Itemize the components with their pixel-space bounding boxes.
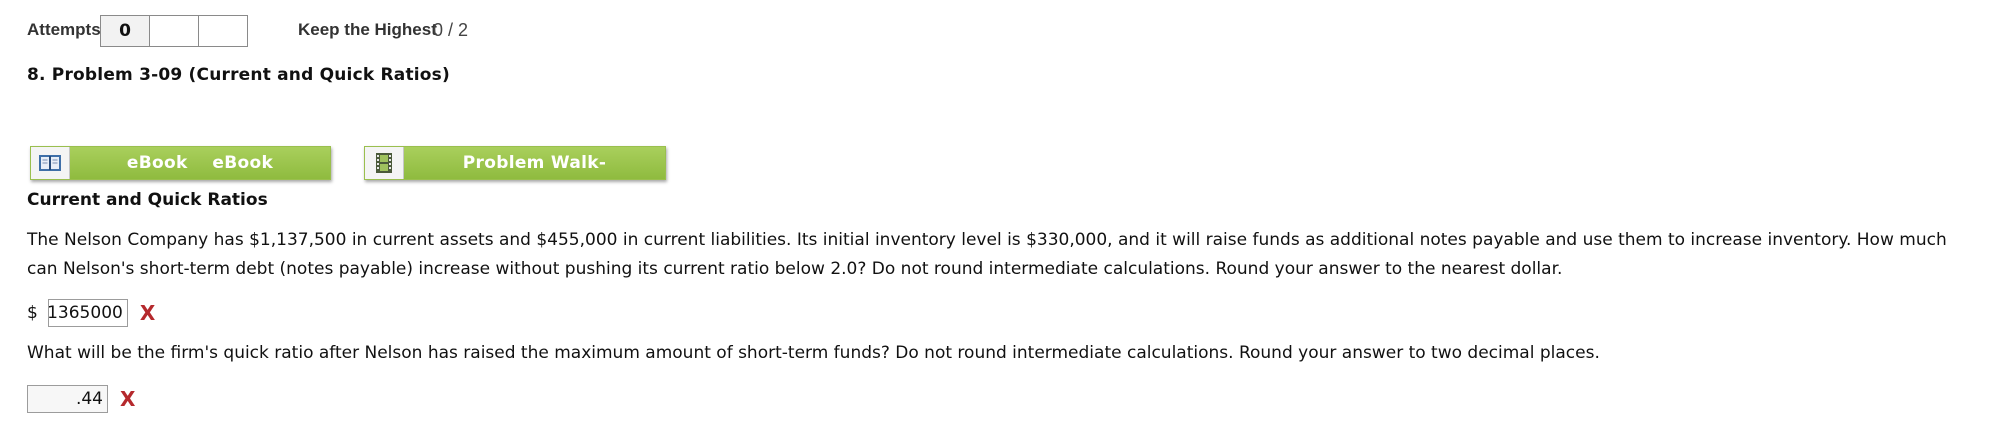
attempt-boxes: 0: [100, 15, 248, 47]
score-value: 0 / 2: [433, 20, 469, 40]
answer-1-input[interactable]: 1365000: [47, 299, 128, 327]
attempt-box-1: 0: [100, 15, 150, 47]
problem-walkthrough-button[interactable]: Problem Walk-: [364, 146, 666, 180]
incorrect-icon: X: [120, 387, 136, 411]
film-strip-icon: [365, 147, 404, 179]
problem-walkthrough-label: Problem Walk-: [404, 147, 665, 179]
section-title: Current and Quick Ratios: [27, 190, 268, 210]
problem-statement: The Nelson Company has $1,137,500 in cur…: [27, 230, 1947, 279]
keep-highest-label: Keep the Highest: [298, 20, 437, 39]
dollar-sign: $: [27, 303, 38, 323]
answer-1-row: $ 1365000 X: [27, 299, 155, 327]
open-book-icon: [31, 147, 70, 179]
attempts-label: Attempts: [27, 20, 101, 39]
attempt-box-3: [198, 15, 248, 47]
ebook-button[interactable]: eBook eBook: [30, 146, 331, 180]
answer-2-input[interactable]: .44: [27, 385, 108, 413]
question-2-text: What will be the firm's quick ratio afte…: [27, 343, 1600, 363]
problem-title: 8. Problem 3-09 (Current and Quick Ratio…: [27, 65, 450, 85]
incorrect-icon: X: [139, 301, 156, 325]
answer-2-row: .44 X: [27, 385, 135, 413]
ebook-button-label: eBook eBook: [70, 147, 330, 179]
attempt-box-2: [149, 15, 199, 47]
